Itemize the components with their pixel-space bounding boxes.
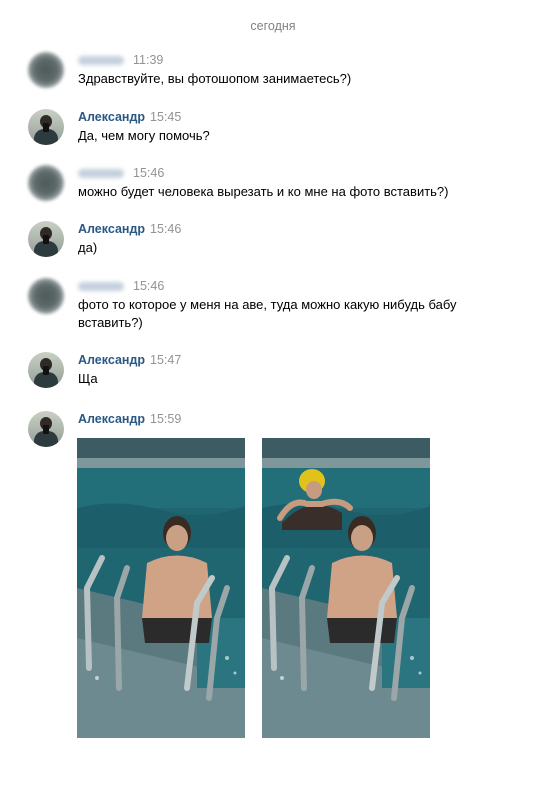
message-text: Да, чем могу помочь?	[78, 128, 210, 143]
author-name[interactable]: Александр	[78, 353, 145, 367]
message-time: 15:46	[150, 222, 182, 236]
avatar[interactable]	[28, 109, 64, 145]
author-name-hidden[interactable]	[78, 169, 124, 179]
avatar[interactable]	[28, 411, 64, 447]
author-name-hidden[interactable]	[78, 282, 124, 292]
date-separator: сегодня	[250, 19, 296, 33]
pool-photo-edited[interactable]	[262, 438, 430, 738]
author-name[interactable]: Александр	[78, 222, 145, 236]
photo-attachments	[77, 438, 437, 738]
message-text: Ща	[78, 371, 98, 386]
message-time: 15:46	[133, 166, 165, 180]
avatar[interactable]	[28, 52, 64, 88]
message-time: 11:39	[133, 53, 164, 67]
message-time: 15:45	[150, 110, 182, 124]
message: Александр 15:59	[28, 411, 528, 741]
message-time: 15:59	[150, 412, 182, 426]
message-text: можно будет человека вырезать и ко мне н…	[78, 184, 449, 199]
message-time: 15:46	[133, 279, 165, 293]
message-text: фото то которое у меня на аве, туда можн…	[78, 297, 457, 330]
avatar[interactable]	[28, 278, 64, 314]
message-text: Здравствуйте, вы фотошопом занимаетесь?)	[78, 71, 352, 86]
author-name[interactable]: Александр	[78, 412, 145, 426]
message-text: да)	[78, 240, 98, 255]
message-time: 15:47	[150, 353, 182, 367]
author-name[interactable]: Александр	[78, 110, 145, 124]
author-name-hidden[interactable]	[78, 56, 124, 66]
avatar[interactable]	[28, 352, 64, 388]
pool-photo-original[interactable]	[77, 438, 245, 738]
avatar[interactable]	[28, 221, 64, 257]
avatar[interactable]	[28, 165, 64, 201]
